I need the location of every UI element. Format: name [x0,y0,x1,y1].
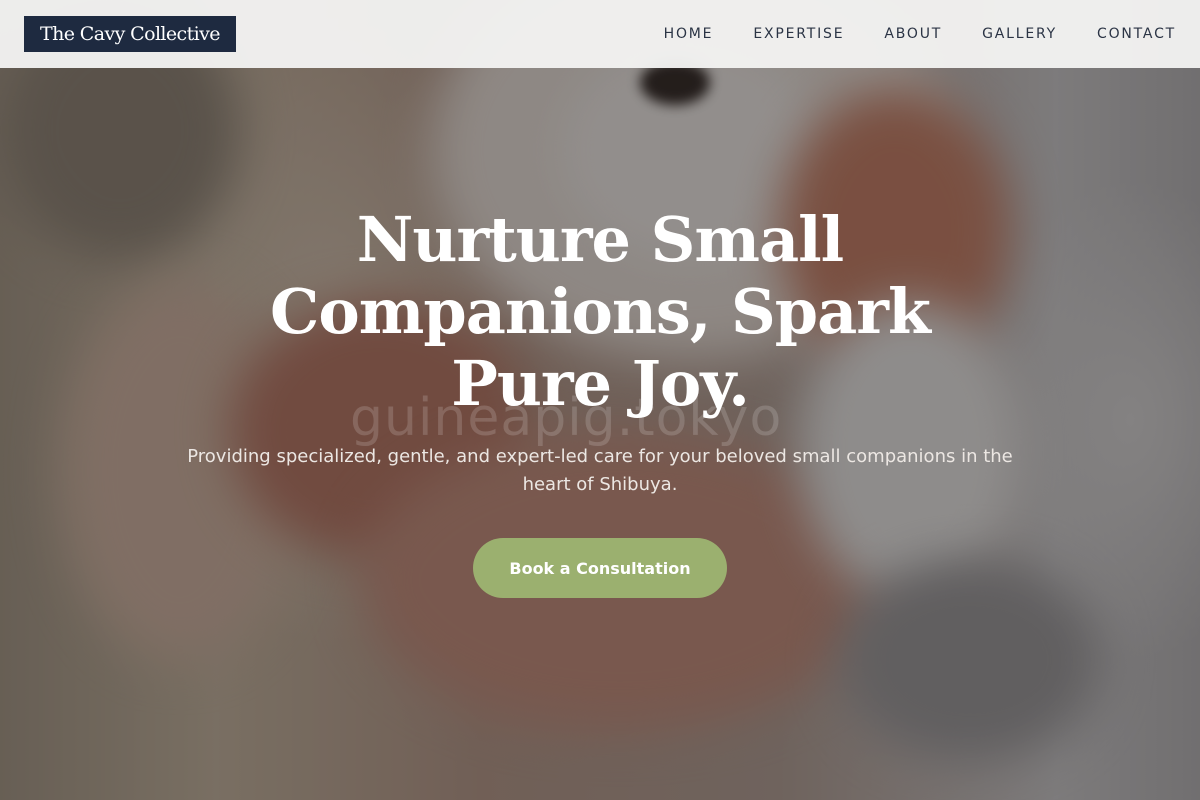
nav-link-home[interactable]: HOME [664,26,714,42]
site-header: The Cavy Collective HOME EXPERTISE ABOUT… [0,0,1200,68]
hero-headline: Nurture Small Companions, Spark Pure Joy… [270,203,931,420]
hero-subtitle: Providing specialized, gentle, and exper… [187,446,1013,495]
main-nav: HOME EXPERTISE ABOUT GALLERY CONTACT [664,26,1176,42]
nav-link-contact[interactable]: CONTACT [1097,26,1176,42]
nav-link-gallery[interactable]: GALLERY [982,26,1057,42]
brand-logo[interactable]: The Cavy Collective [24,16,236,52]
nav-link-expertise[interactable]: EXPERTISE [753,26,844,42]
book-consultation-button[interactable]: Book a Consultation [473,538,727,598]
nav-link-about[interactable]: ABOUT [884,26,942,42]
